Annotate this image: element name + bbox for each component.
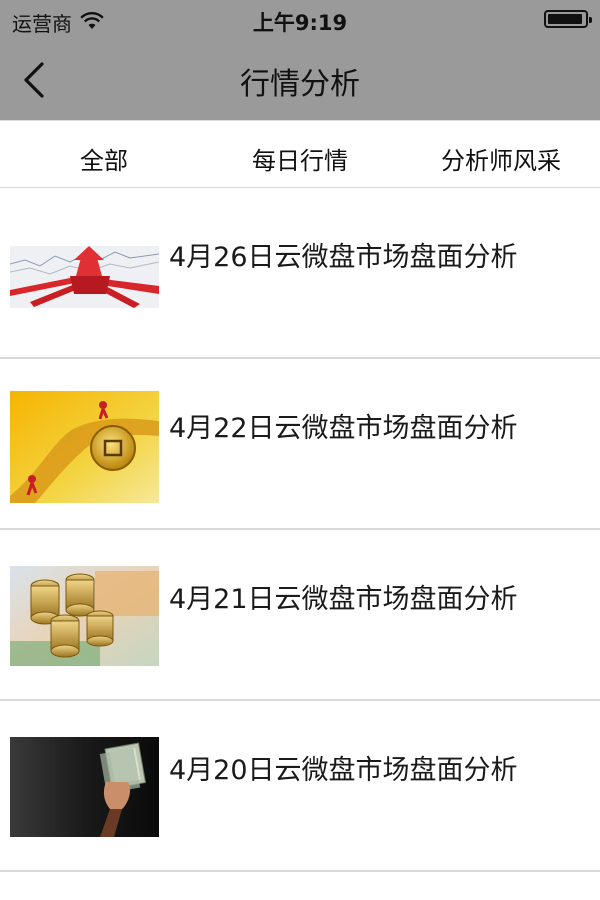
article-list: 4月26日云微盘市场盘面分析 4月22日云微盘市场盘面分析 4月21日云微盘市场…: [0, 188, 600, 872]
tab-analyst-profile[interactable]: 分析师风采: [441, 141, 561, 176]
status-bar: 运营商 上午9:19: [0, 0, 600, 40]
hand-holding-money-image: [10, 737, 159, 837]
gold-coin-road-image: [10, 391, 159, 503]
tab-all[interactable]: 全部: [80, 141, 128, 176]
page-title: 行情分析: [240, 67, 360, 102]
list-item[interactable]: 4月20日云微盘市场盘面分析: [0, 701, 600, 872]
article-title: 4月21日云微盘市场盘面分析: [169, 584, 518, 615]
article-title: 4月20日云微盘市场盘面分析: [169, 755, 518, 786]
article-title: 4月26日云微盘市场盘面分析: [169, 242, 518, 273]
tab-daily-market[interactable]: 每日行情: [252, 141, 348, 176]
list-item[interactable]: 4月21日云微盘市场盘面分析: [0, 530, 600, 701]
tab-bar: 全部 每日行情 分析师风采: [0, 120, 600, 188]
battery-icon: [544, 10, 592, 28]
status-time: 上午9:19: [252, 11, 348, 35]
market-arrows-image: [10, 246, 159, 308]
article-title: 4月22日云微盘市场盘面分析: [169, 413, 518, 444]
coins-banknotes-image: [10, 566, 159, 666]
nav-bar: 行情分析: [0, 40, 600, 120]
list-item[interactable]: 4月22日云微盘市场盘面分析: [0, 359, 600, 530]
list-item[interactable]: 4月26日云微盘市场盘面分析: [0, 188, 600, 359]
